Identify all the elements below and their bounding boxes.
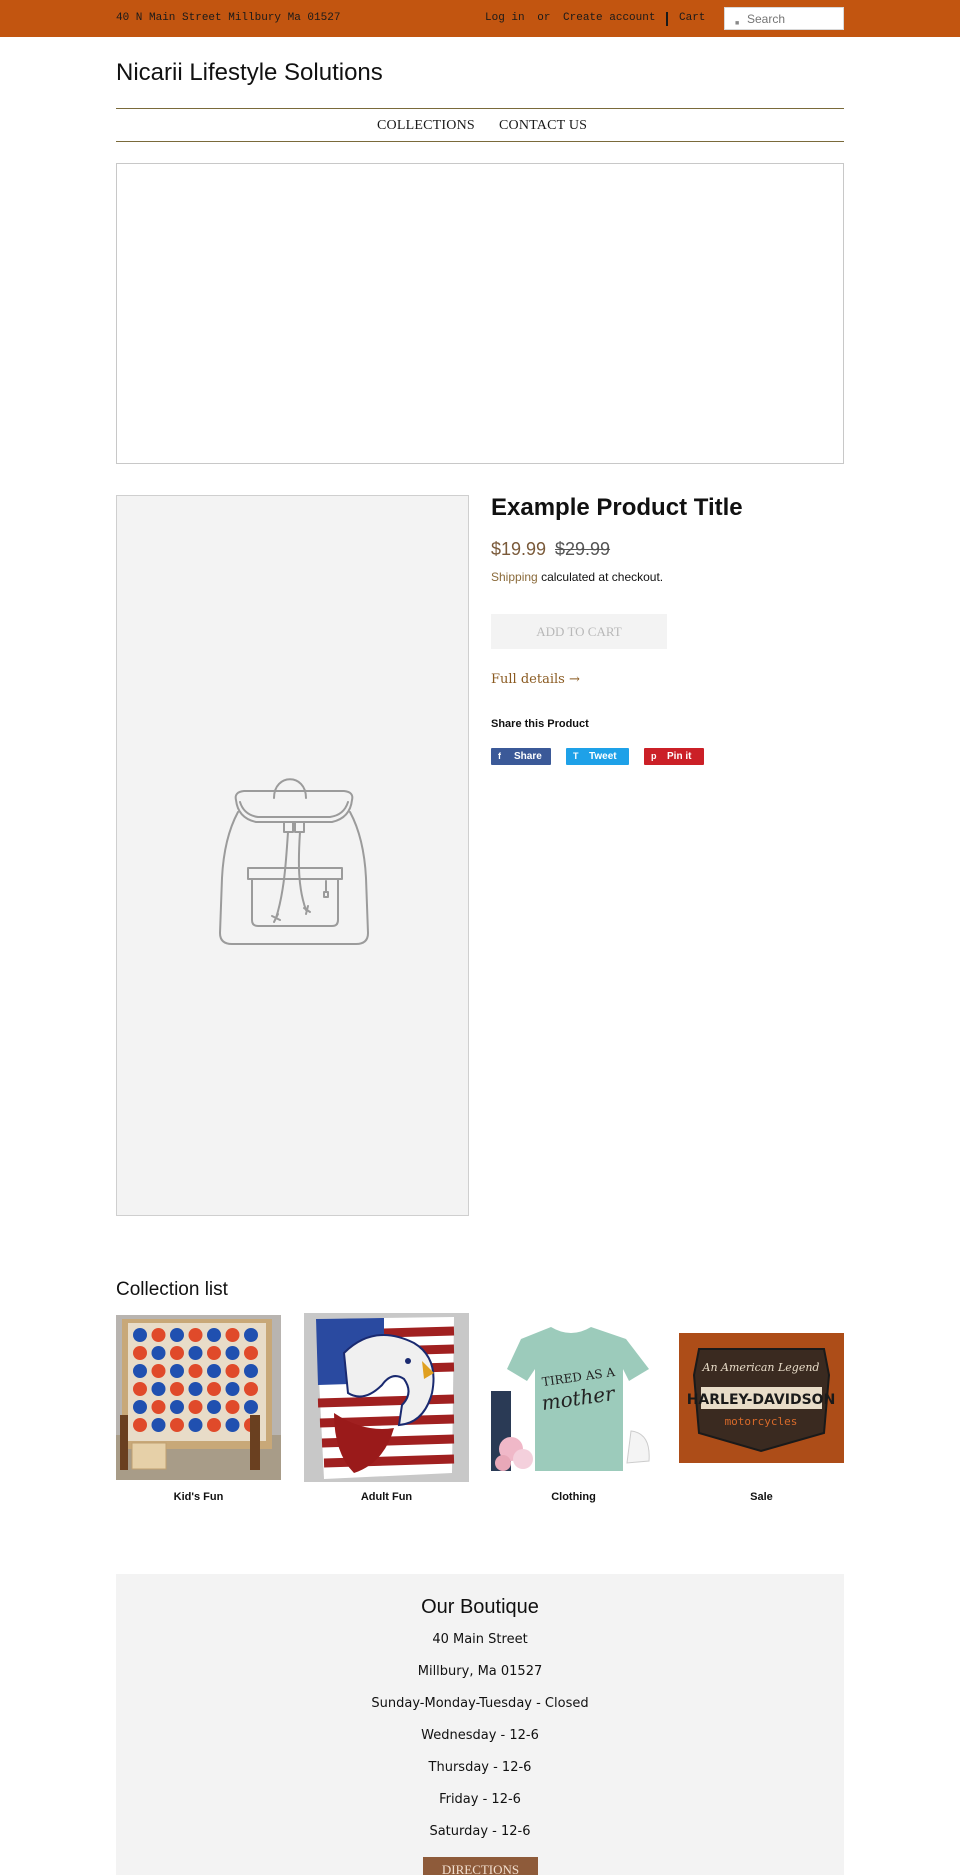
- backpack-placeholder-icon: [219, 778, 369, 945]
- shipping-note: Shipping calculated at checkout.: [491, 570, 663, 584]
- shipping-link[interactable]: Shipping: [491, 570, 538, 584]
- share-facebook-button[interactable]: f Share: [491, 748, 551, 765]
- game-piece: [133, 1364, 147, 1378]
- game-piece: [151, 1418, 166, 1432]
- game-piece: [207, 1364, 221, 1378]
- boutique-line: Sunday-Monday-Tuesday - Closed: [371, 1696, 589, 1711]
- boutique-line: Thursday - 12-6: [428, 1760, 532, 1775]
- or-text: or: [537, 12, 551, 24]
- product-compare-price: $29.99: [555, 539, 611, 559]
- game-piece: [133, 1400, 147, 1414]
- hero-placeholder: [116, 163, 844, 464]
- game-piece: [207, 1382, 221, 1396]
- game-piece: [244, 1328, 258, 1342]
- game-piece: [170, 1346, 184, 1360]
- pinterest-icon: p: [651, 751, 657, 761]
- game-piece: [151, 1382, 166, 1396]
- game-piece: [225, 1382, 240, 1396]
- directions-button[interactable]: DIRECTIONS: [423, 1857, 538, 1875]
- game-piece: [188, 1328, 203, 1342]
- game-piece: [225, 1328, 240, 1342]
- game-piece: [244, 1400, 258, 1414]
- cart-divider: [666, 12, 668, 26]
- share-twitter-button[interactable]: T Tweet: [566, 748, 629, 765]
- collection-label-sale[interactable]: Sale: [679, 1491, 844, 1503]
- create-account-link[interactable]: Create account: [563, 12, 655, 24]
- game-piece: [151, 1346, 166, 1360]
- product-title: Example Product Title: [491, 494, 743, 521]
- product-image[interactable]: [116, 495, 469, 1216]
- search-box[interactable]: ■: [724, 7, 844, 30]
- game-piece: [207, 1328, 221, 1342]
- game-piece: [225, 1400, 240, 1414]
- boutique-line: 40 Main Street: [432, 1632, 528, 1647]
- cart-link[interactable]: Cart: [679, 12, 705, 24]
- share-pinterest-label: Pin it: [667, 751, 692, 762]
- boutique-line: Friday - 12-6: [439, 1792, 521, 1807]
- boutique-line: Millbury, Ma 01527: [417, 1664, 543, 1679]
- login-link[interactable]: Log in: [485, 12, 525, 24]
- announcement-bar: 40 N Main Street Millbury Ma 01527 Log i…: [0, 0, 960, 37]
- game-piece: [188, 1382, 203, 1396]
- game-piece: [244, 1364, 258, 1378]
- collection-list-heading: Collection list: [116, 1279, 228, 1300]
- game-piece: [133, 1346, 147, 1360]
- game-piece: [225, 1418, 240, 1432]
- game-piece: [133, 1382, 147, 1396]
- add-to-cart-button[interactable]: ADD TO CART: [491, 614, 667, 649]
- account-links: Log in or Create account: [485, 12, 661, 24]
- share-title: Share this Product: [491, 718, 589, 730]
- collection-image-adult-fun[interactable]: [304, 1313, 469, 1482]
- main-nav: COLLECTIONS CONTACT US: [116, 108, 844, 142]
- boutique-line: Saturday - 12-6: [429, 1824, 531, 1839]
- shipping-text: calculated at checkout.: [541, 570, 664, 584]
- twitter-icon: T: [573, 751, 579, 761]
- collection-label-kids-fun[interactable]: Kid's Fun: [116, 1491, 281, 1503]
- game-piece: [244, 1382, 258, 1396]
- game-piece: [170, 1418, 184, 1432]
- search-input[interactable]: [747, 10, 841, 27]
- game-piece: [225, 1346, 240, 1360]
- game-piece: [188, 1400, 203, 1414]
- collection-label-clothing[interactable]: Clothing: [491, 1491, 656, 1503]
- boutique-info: Our Boutique 40 Main Street Millbury, Ma…: [116, 1574, 844, 1875]
- nav-item-contact-us[interactable]: CONTACT US: [499, 118, 587, 134]
- game-piece: [188, 1364, 203, 1378]
- svg-text:motorcycles: motorcycles: [725, 1415, 798, 1428]
- game-piece: [170, 1382, 184, 1396]
- game-piece: [225, 1364, 240, 1378]
- game-piece: [188, 1418, 203, 1432]
- svg-text:HARLEY-DAVIDSON: HARLEY-DAVIDSON: [687, 1392, 836, 1408]
- collection-image-kids-fun[interactable]: [116, 1315, 281, 1480]
- boutique-title: Our Boutique: [421, 1596, 539, 1618]
- game-piece: [170, 1400, 184, 1414]
- collection-label-adult-fun[interactable]: Adult Fun: [304, 1491, 469, 1503]
- collection-image-sale[interactable]: An American Legend HARLEY-DAVIDSON motor…: [679, 1333, 844, 1463]
- game-piece: [207, 1400, 221, 1414]
- game-piece: [244, 1346, 258, 1360]
- game-piece: [151, 1328, 166, 1342]
- game-piece: [207, 1418, 221, 1432]
- game-piece: [170, 1328, 184, 1342]
- site-logo[interactable]: Nicarii Lifestyle Solutions: [116, 59, 383, 87]
- store-address: 40 N Main Street Millbury Ma 01527: [116, 12, 341, 24]
- boutique-line: Wednesday - 12-6: [421, 1728, 539, 1743]
- game-piece: [207, 1346, 221, 1360]
- product-price: $19.99: [491, 539, 547, 559]
- share-facebook-label: Share: [514, 751, 542, 762]
- full-details-link[interactable]: Full details →: [491, 672, 580, 687]
- game-piece: [133, 1328, 147, 1342]
- collection-image-clothing[interactable]: TIRED AS A mother: [491, 1321, 656, 1479]
- game-piece: [133, 1418, 147, 1432]
- facebook-icon: f: [498, 751, 501, 761]
- game-piece: [151, 1364, 166, 1378]
- svg-text:An American Legend: An American Legend: [702, 1361, 820, 1374]
- share-pinterest-button[interactable]: p Pin it: [644, 748, 704, 765]
- search-icon[interactable]: ■: [735, 20, 739, 27]
- game-piece: [151, 1400, 166, 1414]
- game-piece: [188, 1346, 203, 1360]
- share-twitter-label: Tweet: [589, 751, 617, 762]
- nav-item-collections[interactable]: COLLECTIONS: [377, 118, 475, 134]
- game-piece: [170, 1364, 184, 1378]
